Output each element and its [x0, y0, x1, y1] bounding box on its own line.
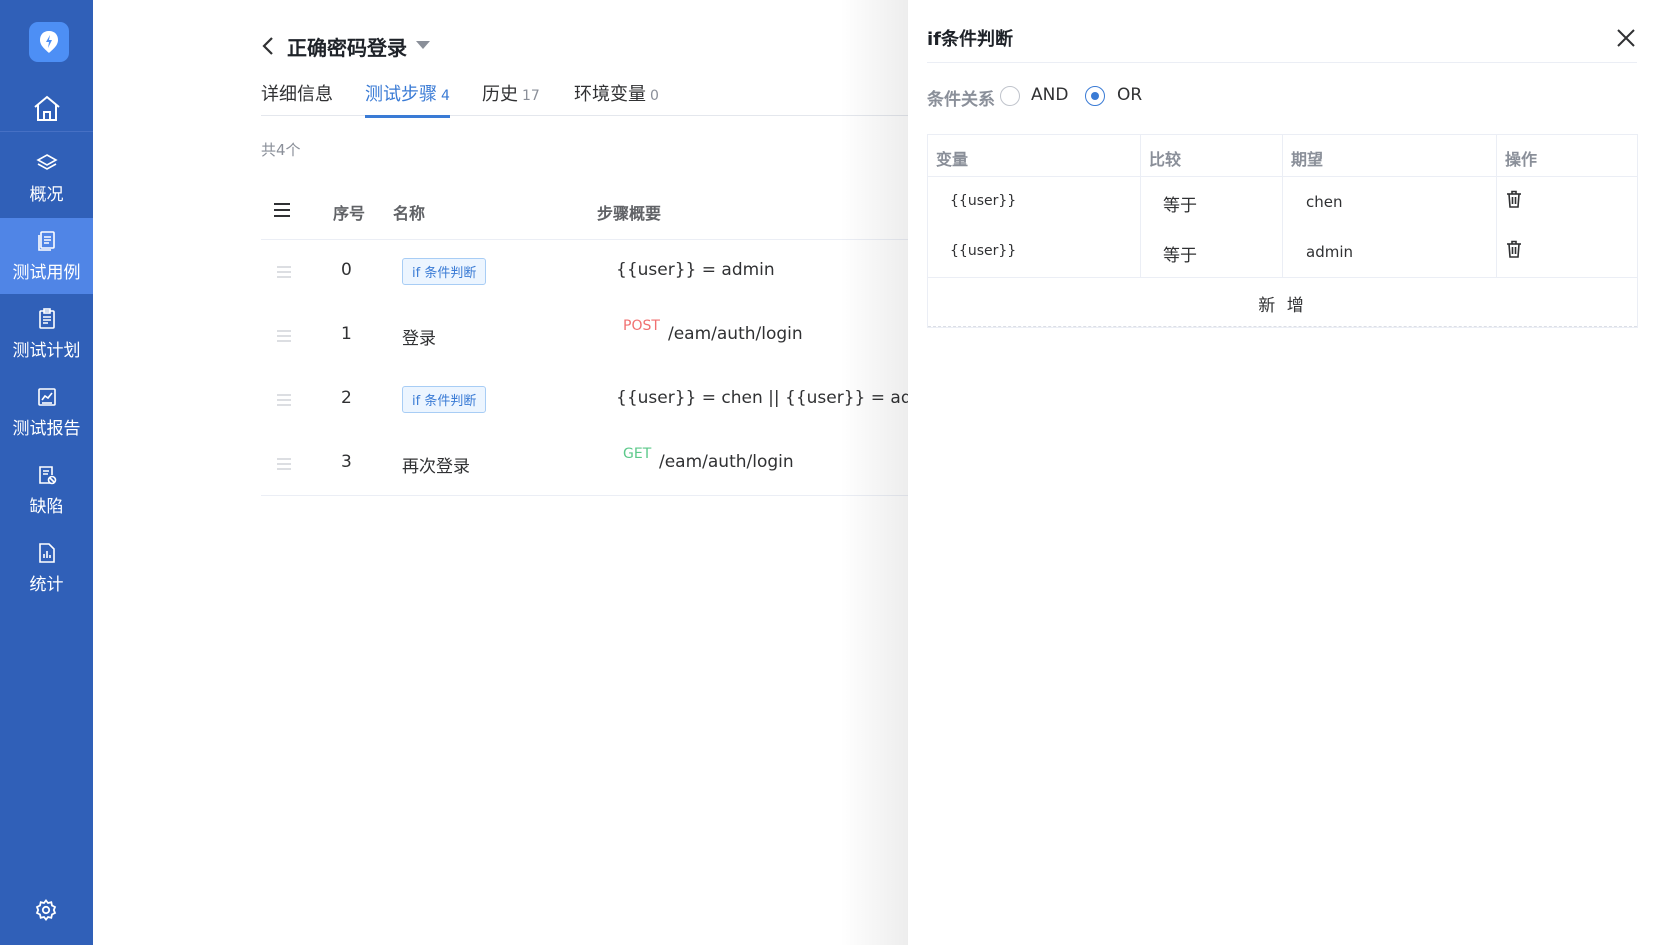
table-header: 序号 名称 步骤概要: [261, 180, 908, 240]
radio-and[interactable]: [1000, 86, 1020, 106]
bug-file-icon: [38, 465, 56, 484]
drag-handle-icon[interactable]: [277, 394, 291, 406]
header-name: 名称: [393, 204, 426, 223]
delete-icon[interactable]: [1506, 240, 1522, 258]
nav-test-cases[interactable]: 测试用例: [0, 218, 93, 294]
drag-handle-icon[interactable]: [277, 330, 291, 342]
condition-tag: if 条件判断: [402, 258, 487, 285]
drag-handle-icon[interactable]: [277, 458, 291, 470]
add-condition-button[interactable]: 新 增: [928, 277, 1637, 327]
tab-test-steps[interactable]: 测试步骤 4: [365, 80, 450, 118]
statistics-icon: [38, 542, 55, 563]
table-row: {{user}} 等于 admin: [928, 227, 1637, 277]
nav-label: 测试用例: [12, 262, 81, 283]
radio-or[interactable]: [1085, 86, 1105, 106]
lightning-shield-icon: [40, 31, 58, 53]
nav-overview[interactable]: 概况: [0, 140, 93, 216]
divider: [927, 62, 1637, 63]
nav-label: 缺陷: [29, 496, 64, 517]
back-arrow-icon[interactable]: [260, 36, 276, 56]
tab-label: 环境变量: [574, 84, 646, 105]
page-title: 正确密码登录: [287, 36, 407, 60]
clipboard-icon: [38, 307, 55, 329]
nav-test-plan[interactable]: 测试计划: [0, 296, 93, 372]
column-menu-icon[interactable]: [274, 203, 290, 217]
table-row: {{user}} 等于 chen: [928, 177, 1637, 227]
layers-icon: [35, 153, 58, 170]
nav-label: 测试报告: [12, 418, 81, 439]
tab-count: 17: [522, 88, 540, 104]
nav-label: 统计: [29, 574, 64, 595]
header-expect: 期望: [1291, 150, 1324, 169]
table-row[interactable]: 0 if 条件判断 {{user}} = admin: [261, 240, 908, 304]
compare-cell[interactable]: 等于: [1163, 191, 1197, 216]
home-icon: [33, 95, 60, 121]
steps-table: 序号 名称 步骤概要 0 if 条件判断 {{user}} = admin 1 …: [261, 180, 944, 496]
condition-table: 变量 比较 期望 操作 {{user}} 等于 chen {{user}} 等于…: [927, 134, 1638, 328]
variable-cell[interactable]: {{user}}: [950, 243, 1016, 259]
radio-and-label[interactable]: AND: [1031, 85, 1068, 105]
chart-report-icon: [37, 387, 56, 406]
header-action: 操作: [1505, 150, 1538, 169]
tab-label: 历史: [482, 84, 518, 105]
app-logo[interactable]: [29, 22, 69, 62]
drawer-shadow: [840, 0, 908, 945]
title-dropdown-caret-icon[interactable]: [416, 41, 430, 49]
tab-label: 测试步骤: [365, 84, 437, 105]
table-row[interactable]: 1 登录 POST /eam/auth/login: [261, 304, 908, 368]
close-icon[interactable]: [1616, 28, 1636, 48]
step-name: 再次登录: [402, 457, 470, 477]
header-index: 序号: [333, 204, 366, 223]
step-index: 2: [341, 388, 352, 408]
header-compare: 比较: [1149, 150, 1182, 169]
nav-test-report[interactable]: 测试报告: [0, 374, 93, 450]
table-row[interactable]: 2 if 条件判断 {{user}} = chen || {{user}} = …: [261, 368, 944, 432]
compare-cell[interactable]: 等于: [1163, 241, 1197, 266]
step-index: 3: [341, 452, 352, 472]
sidebar: 概况 测试用例 测试计划 测试报告 缺陷 统计: [0, 0, 93, 945]
tab-env-vars[interactable]: 环境变量 0: [574, 80, 659, 116]
condition-drawer: if条件判断 条件关系 AND OR 变量 比较 期望 操作 {{user}} …: [908, 0, 1657, 945]
http-method-badge: POST: [623, 318, 660, 334]
table-row[interactable]: 3 再次登录 GET /eam/auth/login: [261, 432, 908, 496]
tab-label: 详细信息: [261, 84, 333, 105]
condition-tag: if 条件判断: [402, 386, 487, 413]
drag-handle-icon[interactable]: [277, 266, 291, 278]
step-index: 0: [341, 260, 352, 280]
table-header: 变量 比较 期望 操作: [928, 135, 1637, 177]
main-content: 正确密码登录 详细信息 测试步骤 4 历史 17 环境变量 0 共4个 序号 名称 步…: [93, 0, 944, 945]
tab-history[interactable]: 历史 17: [482, 80, 540, 116]
total-count: 共4个: [261, 141, 301, 159]
step-name: 登录: [402, 329, 436, 349]
step-summary: {{user}} = admin: [616, 260, 775, 280]
step-index: 1: [341, 324, 352, 344]
nav-label: 概况: [29, 184, 64, 205]
expect-cell[interactable]: admin: [1306, 243, 1353, 261]
tab-count: 0: [650, 88, 659, 104]
nav-home[interactable]: [0, 84, 93, 132]
header-variable: 变量: [936, 150, 969, 169]
request-path: /eam/auth/login: [668, 324, 803, 344]
variable-cell[interactable]: {{user}}: [950, 193, 1016, 209]
gear-icon[interactable]: [34, 898, 58, 922]
nav-label: 测试计划: [12, 340, 81, 361]
tab-bar: 详细信息 测试步骤 4 历史 17 环境变量 0: [261, 80, 908, 118]
tab-count: 4: [441, 88, 450, 104]
nav-statistics[interactable]: 统计: [0, 530, 93, 606]
request-path: /eam/auth/login: [659, 452, 794, 472]
nav-defects[interactable]: 缺陷: [0, 452, 93, 528]
tab-details[interactable]: 详细信息: [261, 80, 333, 116]
drawer-title: if条件判断: [927, 29, 1014, 50]
add-label: 新 增: [1258, 296, 1307, 316]
document-icon: [37, 230, 55, 251]
header-summary: 步骤概要: [597, 204, 662, 223]
delete-icon[interactable]: [1506, 190, 1522, 208]
relation-label: 条件关系: [927, 90, 995, 110]
expect-cell[interactable]: chen: [1306, 193, 1343, 211]
radio-or-label[interactable]: OR: [1117, 85, 1142, 105]
http-method-badge: GET: [623, 446, 652, 462]
